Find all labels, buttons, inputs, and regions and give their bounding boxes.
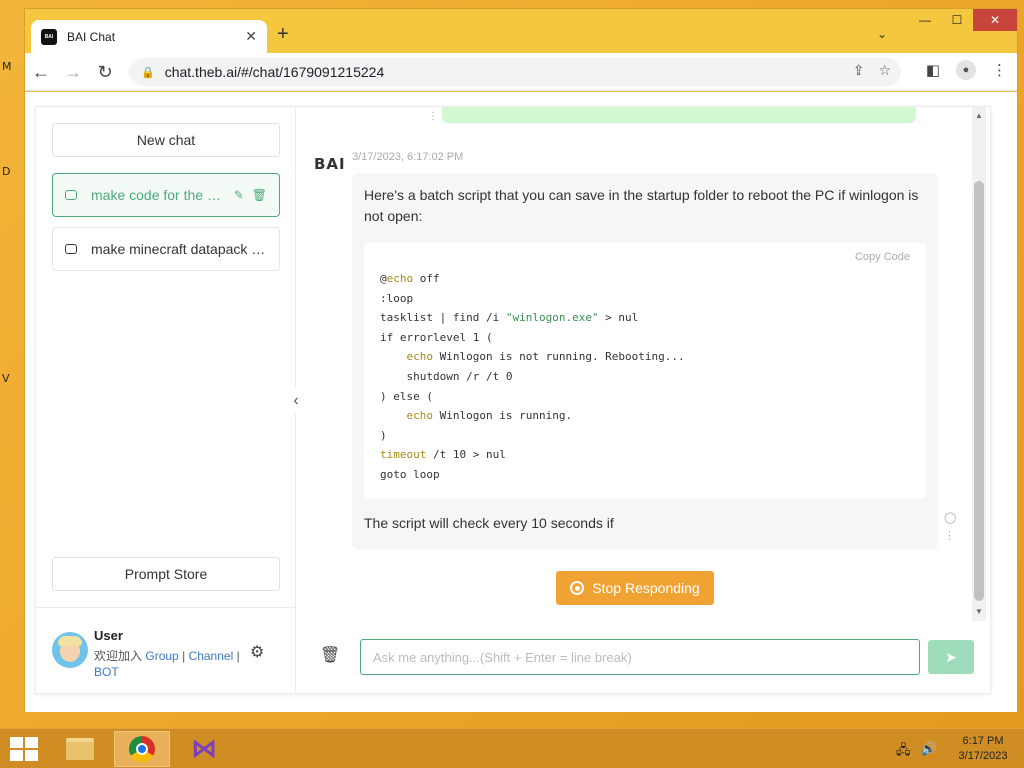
history-item-label: make minecraft datapack code <box>91 241 267 257</box>
browser-tab[interactable]: BAI BAI Chat ✕ <box>31 20 267 53</box>
user-name: User <box>94 628 123 643</box>
address-bar[interactable]: 🔒 chat.theb.ai/#/chat/1679091215224 ⇪ ☆ <box>129 58 901 86</box>
code-line: echo Winlogon is not running. Rebooting.… <box>406 350 685 364</box>
stop-responding-label: Stop Responding <box>592 580 700 596</box>
copy-code-button[interactable]: Copy Code <box>855 251 910 263</box>
message-timestamp: 3/17/2023, 6:17:02 PM <box>352 151 464 163</box>
scrollbar[interactable]: ▲ ▼ <box>972 107 986 621</box>
code-line: goto loop <box>380 467 440 481</box>
code-line: shutdown /r /t 0 <box>380 369 513 383</box>
file-explorer-icon[interactable] <box>52 731 108 767</box>
channel-link[interactable]: Channel <box>189 649 234 663</box>
welcome-text: 欢迎加入 <box>94 649 143 663</box>
clock-date: 3/17/2023 <box>958 750 1008 762</box>
user-panel: User 欢迎加入 Group | Channel | BOT ⚙ <box>36 607 295 695</box>
bot-logo: BAI <box>314 155 346 173</box>
avatar <box>52 632 88 668</box>
lock-icon: 🔒 <box>141 66 155 79</box>
bot-link[interactable]: BOT <box>94 665 119 679</box>
history-item-label: make code for the winlogon restart <box>91 187 226 203</box>
windows-start-icon[interactable] <box>10 737 38 761</box>
profile-avatar-icon[interactable]: ● <box>956 60 976 80</box>
edit-pencil-icon[interactable]: ✎ <box>234 188 244 202</box>
message-actions[interactable]: ◯ ⋮ <box>944 509 956 545</box>
community-links: 欢迎加入 Group | Channel | BOT <box>94 648 244 680</box>
reply-tail-text: The script will check every 10 seconds i… <box>364 515 614 531</box>
send-paper-plane-icon[interactable]: ➤ <box>928 640 974 674</box>
code-line: :loop <box>380 291 414 305</box>
forward-arrow-icon[interactable]: → <box>61 60 85 84</box>
code-lines: @echo off :loop tasklist | find /i "winlog… <box>380 269 910 485</box>
reply-intro-text: Here's a batch script that you can save … <box>364 187 919 224</box>
settings-gear-icon[interactable]: ⚙ <box>250 642 264 662</box>
chrome-taskbar-icon[interactable] <box>114 731 170 767</box>
code-line: ) <box>380 428 387 442</box>
code-line: tasklist | find /i "winlogon.exe" > nul <box>380 311 639 325</box>
group-link[interactable]: Group <box>145 649 178 663</box>
chat-app: New chat make code for the winlogon rest… <box>35 106 991 694</box>
sidebar: New chat make code for the winlogon rest… <box>36 107 296 693</box>
stop-responding-button[interactable]: Stop Responding <box>556 571 714 605</box>
code-line: timeout /t 10 > nul <box>380 448 506 462</box>
close-window-button[interactable]: ✕ <box>973 9 1017 31</box>
browser-window: BAI BAI Chat ✕ + ⌄ — ☐ ✕ ← → ↻ 🔒 chat.th… <box>24 8 1018 712</box>
new-chat-button[interactable]: New chat <box>52 123 280 157</box>
scroll-up-arrow-icon[interactable]: ▲ <box>975 111 983 120</box>
maximize-button[interactable]: ☐ <box>941 9 973 31</box>
message-menu-icon[interactable]: ⋮ <box>428 111 438 122</box>
close-tab-icon[interactable]: ✕ <box>245 28 257 45</box>
history-item-active[interactable]: make code for the winlogon restart ✎ 🗑 <box>52 173 280 217</box>
scroll-down-arrow-icon[interactable]: ▼ <box>975 607 983 616</box>
code-line: @echo off <box>380 272 440 285</box>
share-icon[interactable]: ⇪ <box>853 62 865 79</box>
title-bar: BAI BAI Chat ✕ + ⌄ — ☐ ✕ <box>25 9 1017 53</box>
bai-favicon-icon: BAI <box>41 28 57 45</box>
side-panel-icon[interactable]: ◧ <box>926 61 940 79</box>
link-separator: | <box>236 649 240 663</box>
visual-studio-icon[interactable]: ⋈ <box>176 731 232 767</box>
code-line: if errorlevel 1 ( <box>380 330 493 344</box>
chat-bubble-icon <box>65 190 77 200</box>
prompt-store-button[interactable]: Prompt Store <box>52 557 280 591</box>
volume-icon[interactable]: 🔊 <box>921 741 937 763</box>
tab-search-chevron-icon[interactable]: ⌄ <box>877 27 887 41</box>
browser-toolbar: ← → ↻ 🔒 chat.theb.ai/#/chat/167909121522… <box>25 53 1017 91</box>
desktop-icon-label: M <box>2 60 12 73</box>
system-tray: 🖧 🔊 <box>896 741 937 763</box>
clock-time: 6:17 PM <box>962 735 1004 747</box>
network-icon[interactable]: 🖧 <box>896 741 911 763</box>
reload-icon[interactable]: ↻ <box>93 60 117 84</box>
new-tab-plus-icon[interactable]: + <box>277 24 289 44</box>
code-block: Copy Code @echo off :loop tasklist | find … <box>364 243 926 499</box>
code-line: echo Winlogon is running. <box>406 409 573 423</box>
minimize-button[interactable]: — <box>909 9 941 31</box>
desktop-icon-label: D <box>2 165 11 178</box>
back-arrow-icon[interactable]: ← <box>29 60 53 84</box>
clear-chat-trash-icon[interactable]: 🗑 <box>320 645 340 665</box>
stop-circle-icon <box>570 581 585 595</box>
link-separator: | <box>182 649 186 663</box>
chat-bubble-icon <box>65 244 77 254</box>
desktop-icon-label: V <box>2 372 10 385</box>
tab-title: BAI Chat <box>67 29 116 44</box>
clock[interactable]: 6:17 PM 3/17/2023 <box>950 734 1016 764</box>
chat-main: ⋮ BAI 3/17/2023, 6:17:02 PM Here's a bat… <box>296 107 992 693</box>
url-text[interactable]: chat.theb.ai/#/chat/1679091215224 <box>165 64 385 80</box>
scrollbar-thumb[interactable] <box>974 181 984 601</box>
taskbar: ⋈ 🖧 🔊 6:17 PM 3/17/2023 <box>0 728 1024 768</box>
menu-kebab-icon[interactable]: ⋮ <box>992 61 1007 79</box>
bookmark-star-icon[interactable]: ☆ <box>878 62 891 79</box>
web-page: New chat make code for the winlogon rest… <box>25 92 1017 712</box>
code-line: ) else ( <box>380 389 433 403</box>
delete-trash-icon[interactable]: 🗑 <box>252 188 267 202</box>
history-item[interactable]: make minecraft datapack code <box>52 227 280 271</box>
bot-reply-bubble: Here's a batch script that you can save … <box>352 173 938 549</box>
user-message-bubble <box>442 107 916 123</box>
window-controls: — ☐ ✕ <box>909 9 1017 35</box>
chat-input[interactable] <box>360 639 920 675</box>
